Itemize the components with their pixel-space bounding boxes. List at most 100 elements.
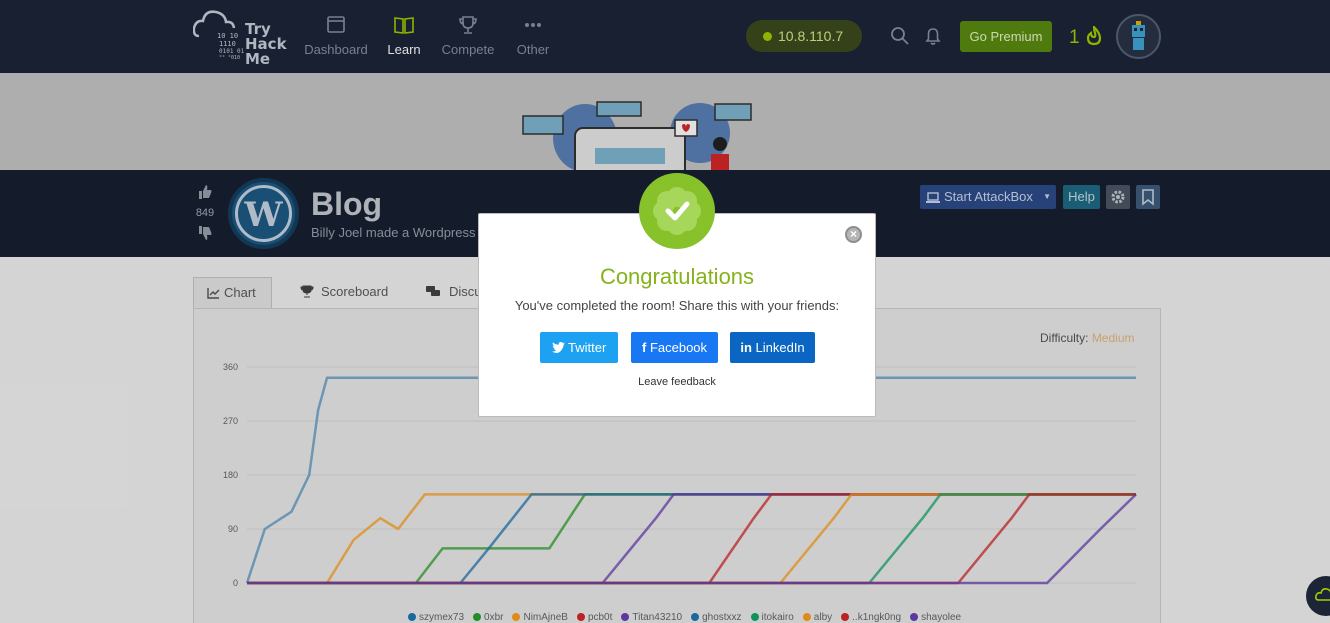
legend-swatch <box>910 613 919 621</box>
share-twitter-button[interactable]: Twitter <box>540 332 618 363</box>
nav-other[interactable]: Other <box>514 14 552 57</box>
tab-scoreboard-label: Scoreboard <box>321 284 389 299</box>
linkedin-icon: in <box>740 340 752 355</box>
nav-other-label: Other <box>516 42 550 57</box>
legend-swatch <box>621 613 630 621</box>
help-button[interactable]: Help <box>1063 185 1100 209</box>
svg-text:0101 01: 0101 01 <box>219 48 245 55</box>
tryhackme-logo[interactable]: 10 10 1110 0101 01 °° °010 Try Hack Me <box>192 8 293 67</box>
legend-label: ..k1ngk0ng <box>852 612 902 623</box>
difficulty-label: Difficulty: Medium <box>1040 331 1135 345</box>
svg-text:10 10: 10 10 <box>217 32 238 40</box>
legend-item[interactable]: alby <box>802 612 833 623</box>
linkedin-label: LinkedIn <box>755 340 805 355</box>
room-banner <box>0 73 1330 209</box>
book-icon <box>394 17 414 34</box>
legend-label: 0xbr <box>484 612 504 623</box>
y-tick-label: 90 <box>228 524 238 534</box>
search-icon[interactable] <box>890 26 910 46</box>
nav-compete[interactable]: Compete <box>441 14 495 57</box>
tab-discussion[interactable]: Discu <box>421 277 482 310</box>
robot-avatar-icon <box>1132 21 1145 50</box>
legend-item[interactable]: pcb0t <box>576 612 612 623</box>
top-navbar: 10 10 1110 0101 01 °° °010 Try Hack Me D… <box>0 0 1330 73</box>
room-subtitle: Billy Joel made a Wordpress <box>311 225 476 240</box>
series-line-Titan43210 <box>247 493 1136 585</box>
series-line-alby <box>247 493 1136 585</box>
bell-icon[interactable] <box>923 26 943 46</box>
y-tick-label: 360 <box>223 362 238 372</box>
facebook-label: Facebook <box>649 340 708 355</box>
nav-dashboard[interactable]: Dashboard <box>304 14 368 57</box>
tab-scoreboard[interactable]: Scoreboard <box>293 277 388 310</box>
nav-dashboard-label: Dashboard <box>304 42 368 57</box>
modal-message: You've completed the room! Share this wi… <box>514 298 840 313</box>
leave-feedback-link[interactable]: Leave feedback <box>478 376 876 388</box>
flame-icon <box>1086 24 1101 46</box>
streak-counter[interactable]: 1 <box>1069 24 1103 49</box>
tab-discussion-label: Discu <box>449 284 482 299</box>
twitter-label: Twitter <box>568 340 607 355</box>
floating-chat-button[interactable] <box>1306 576 1330 616</box>
nav-compete-label: Compete <box>441 42 495 57</box>
close-modal-button[interactable]: × <box>845 226 862 243</box>
legend-label: Titan43210 <box>632 612 683 623</box>
legend-swatch <box>841 613 850 621</box>
cloud-icon <box>1315 588 1330 601</box>
trophy-icon <box>300 285 314 298</box>
y-tick-label: 270 <box>223 416 238 426</box>
machine-ip-badge[interactable]: 10.8.110.7 <box>746 20 862 52</box>
share-linkedin-button[interactable]: in LinkedIn <box>730 332 815 363</box>
legend-item[interactable]: NimAjneB <box>512 612 568 623</box>
caret-down-icon[interactable]: ▼ <box>1043 185 1051 209</box>
legend-item[interactable]: 0xbr <box>473 612 503 623</box>
bookmark-button[interactable] <box>1136 185 1160 209</box>
legend-item[interactable]: shayolee <box>910 612 961 623</box>
room-title: Blog <box>311 186 383 222</box>
series-line-..k1ngk0ng <box>247 493 1136 585</box>
vote-widget: 849 <box>193 184 217 244</box>
legend-item[interactable]: Titan43210 <box>621 612 682 623</box>
streak-count: 1 <box>1069 27 1080 48</box>
legend-item[interactable]: itokairo <box>750 612 794 623</box>
legend-item[interactable]: ..k1ngk0ng <box>841 612 901 623</box>
series-line-0xbr <box>247 493 1136 585</box>
go-premium-button[interactable]: Go Premium <box>960 21 1052 52</box>
legend-item[interactable]: ghostxxz <box>691 612 742 623</box>
completed-badge-icon <box>639 173 715 249</box>
trophy-icon <box>459 16 477 34</box>
settings-button[interactable] <box>1106 185 1130 209</box>
legend-label: ghostxxz <box>702 612 742 623</box>
dots-icon <box>525 23 541 27</box>
svg-text:1110: 1110 <box>219 40 236 48</box>
difficulty-value: Medium <box>1091 331 1135 345</box>
legend-label: alby <box>813 612 833 623</box>
thumbs-down-icon[interactable] <box>197 225 213 241</box>
series-line-shayolee <box>247 493 1137 585</box>
nav-learn-label: Learn <box>387 42 421 57</box>
machine-ip-text: 10.8.110.7 <box>778 28 844 44</box>
wordpress-icon: W <box>235 185 292 242</box>
vote-count: 849 <box>195 207 215 219</box>
start-attackbox-button[interactable]: Start AttackBox ▼ <box>920 185 1056 209</box>
bookmark-icon <box>1142 189 1154 206</box>
y-tick-label: 180 <box>223 470 238 480</box>
svg-text:W: W <box>243 195 283 235</box>
series-line-ghostxxz <box>247 493 1136 585</box>
legend-swatch <box>750 613 759 621</box>
facebook-icon: f <box>641 340 647 355</box>
tab-chart[interactable]: Chart <box>193 277 272 310</box>
legend-swatch <box>691 613 700 621</box>
legend-swatch <box>512 613 521 621</box>
thumbs-up-icon[interactable] <box>197 184 213 200</box>
status-dot <box>763 32 772 41</box>
share-facebook-button[interactable]: f Facebook <box>631 332 718 363</box>
nav-learn[interactable]: Learn <box>386 14 422 57</box>
twitter-icon <box>551 342 565 353</box>
difficulty-label-text: Difficulty: <box>1040 331 1089 345</box>
chart-icon <box>207 288 220 299</box>
chart-legend: szymex73 0xbr NimAjneB pcb0t Titan43210 ghost… <box>408 612 970 623</box>
legend-label: itokairo <box>761 612 794 623</box>
user-avatar[interactable] <box>1116 14 1161 59</box>
legend-item[interactable]: szymex73 <box>408 612 464 623</box>
